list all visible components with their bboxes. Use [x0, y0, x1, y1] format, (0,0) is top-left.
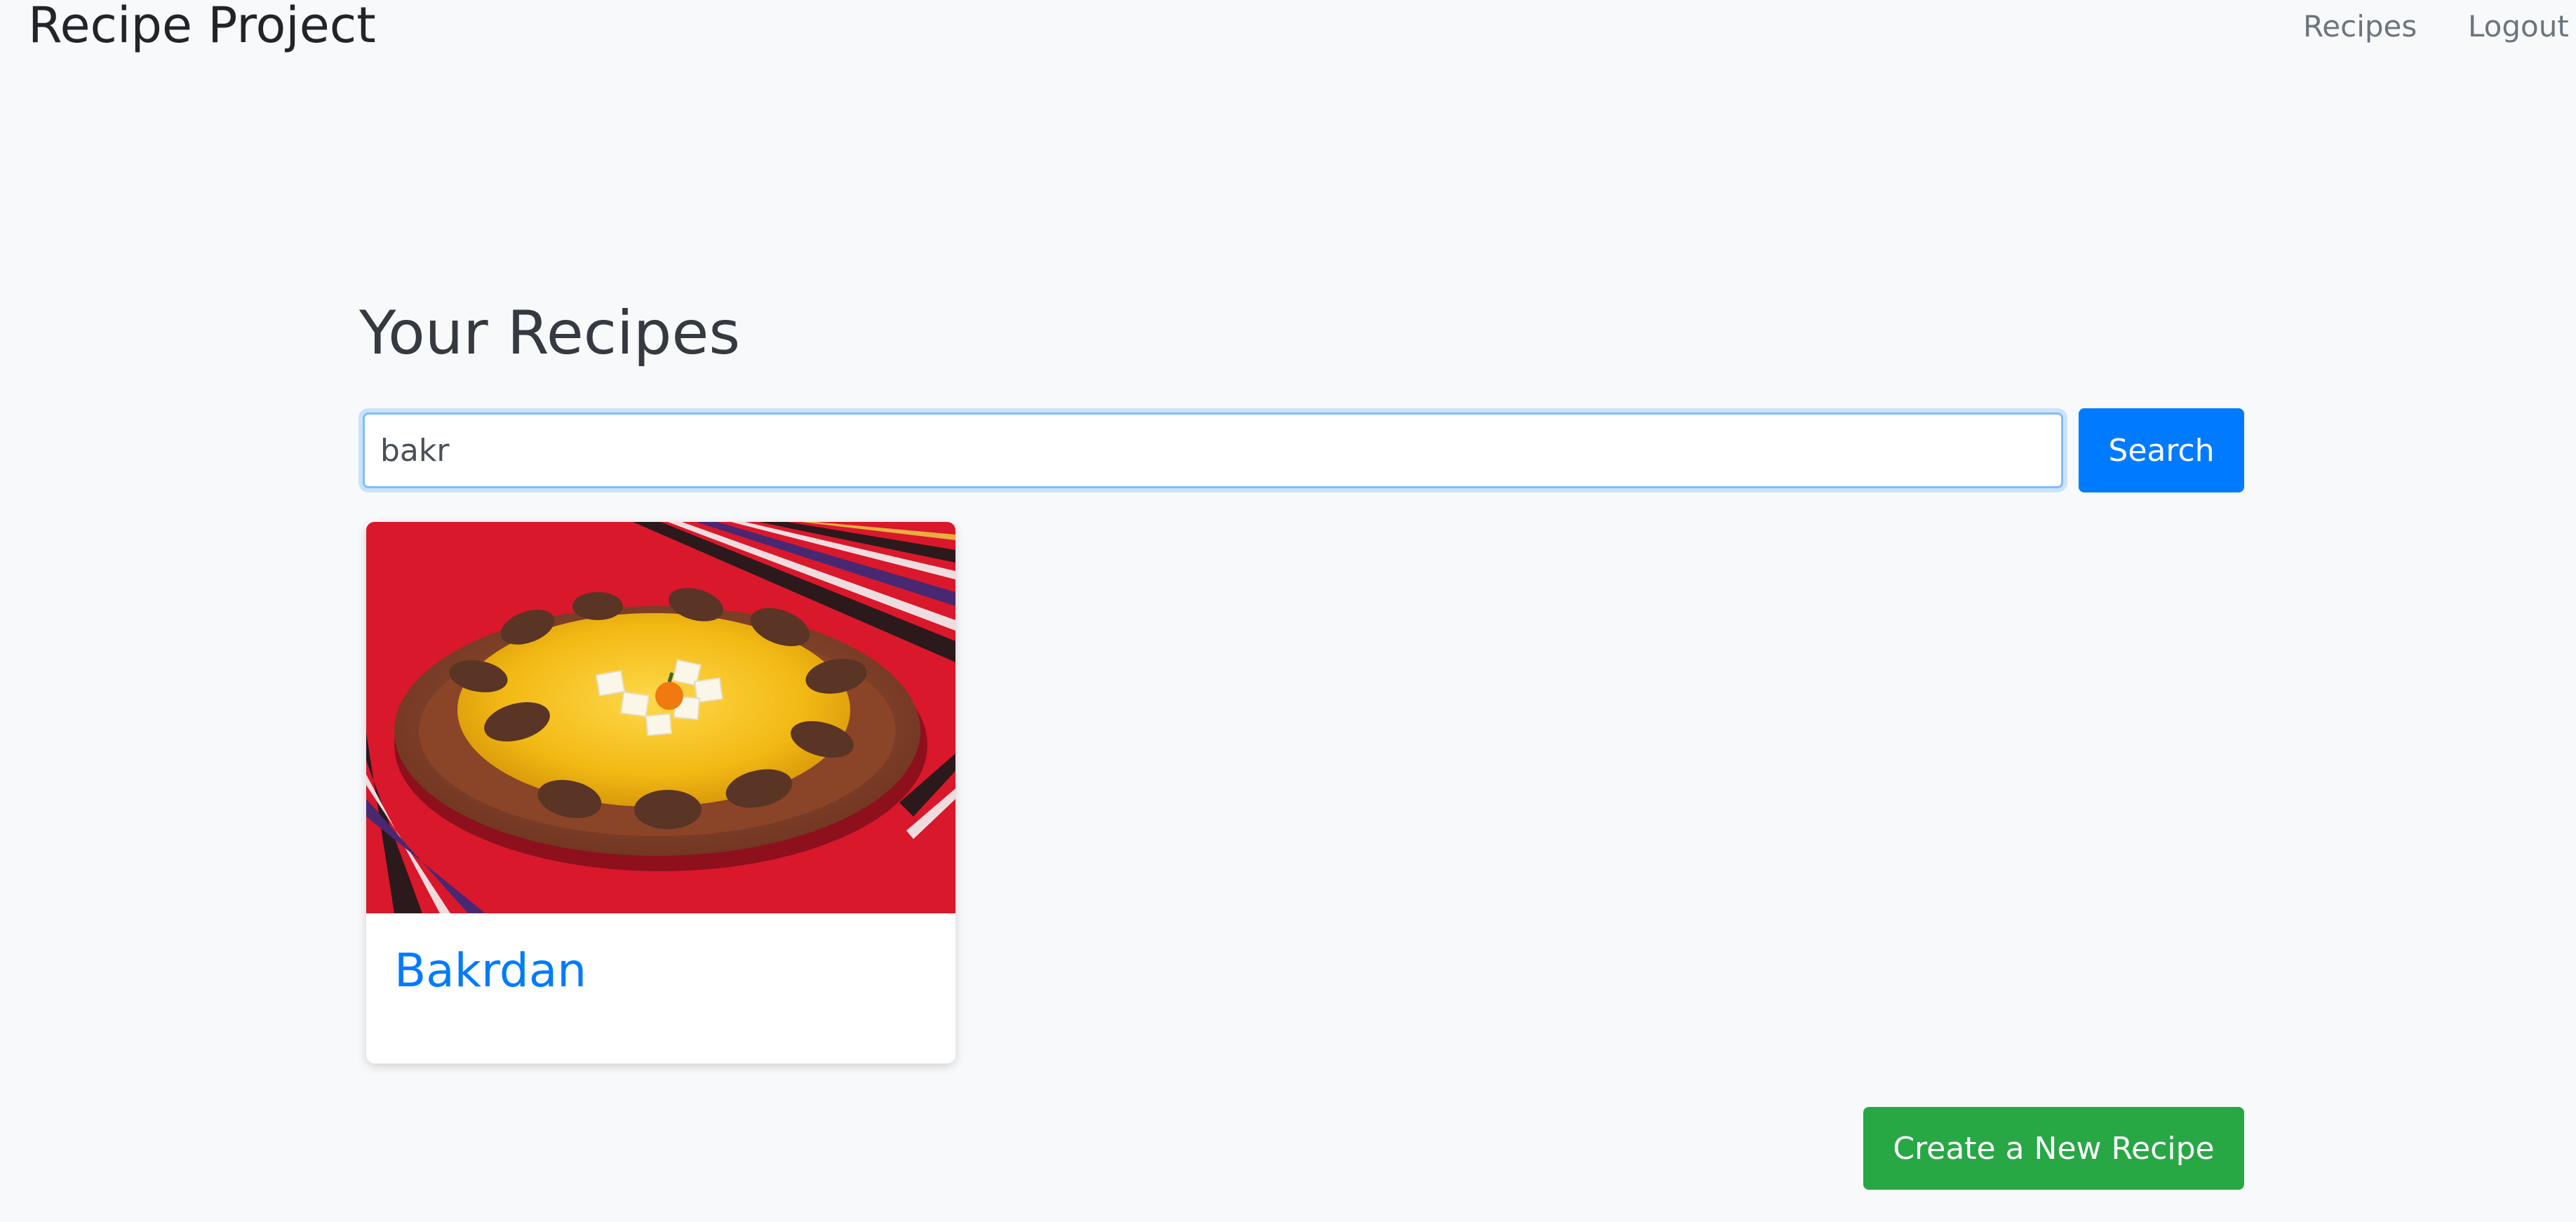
search-button[interactable]: Search: [2079, 408, 2244, 492]
navbar: Recipe Project Recipes Logout: [0, 0, 2576, 63]
recipe-card[interactable]: Bakrdan: [366, 522, 955, 1063]
nav-link-logout[interactable]: Logout: [2468, 6, 2569, 48]
recipe-card-image: [366, 522, 955, 913]
page-title: Your Recipes: [359, 298, 741, 368]
nav-link-recipes[interactable]: Recipes: [2303, 6, 2417, 48]
create-recipe-button[interactable]: Create a New Recipe: [1863, 1107, 2244, 1190]
brand-link[interactable]: Recipe Project: [28, 0, 376, 55]
search-input[interactable]: [363, 412, 2063, 488]
recipe-card-title[interactable]: Bakrdan: [394, 941, 586, 1000]
